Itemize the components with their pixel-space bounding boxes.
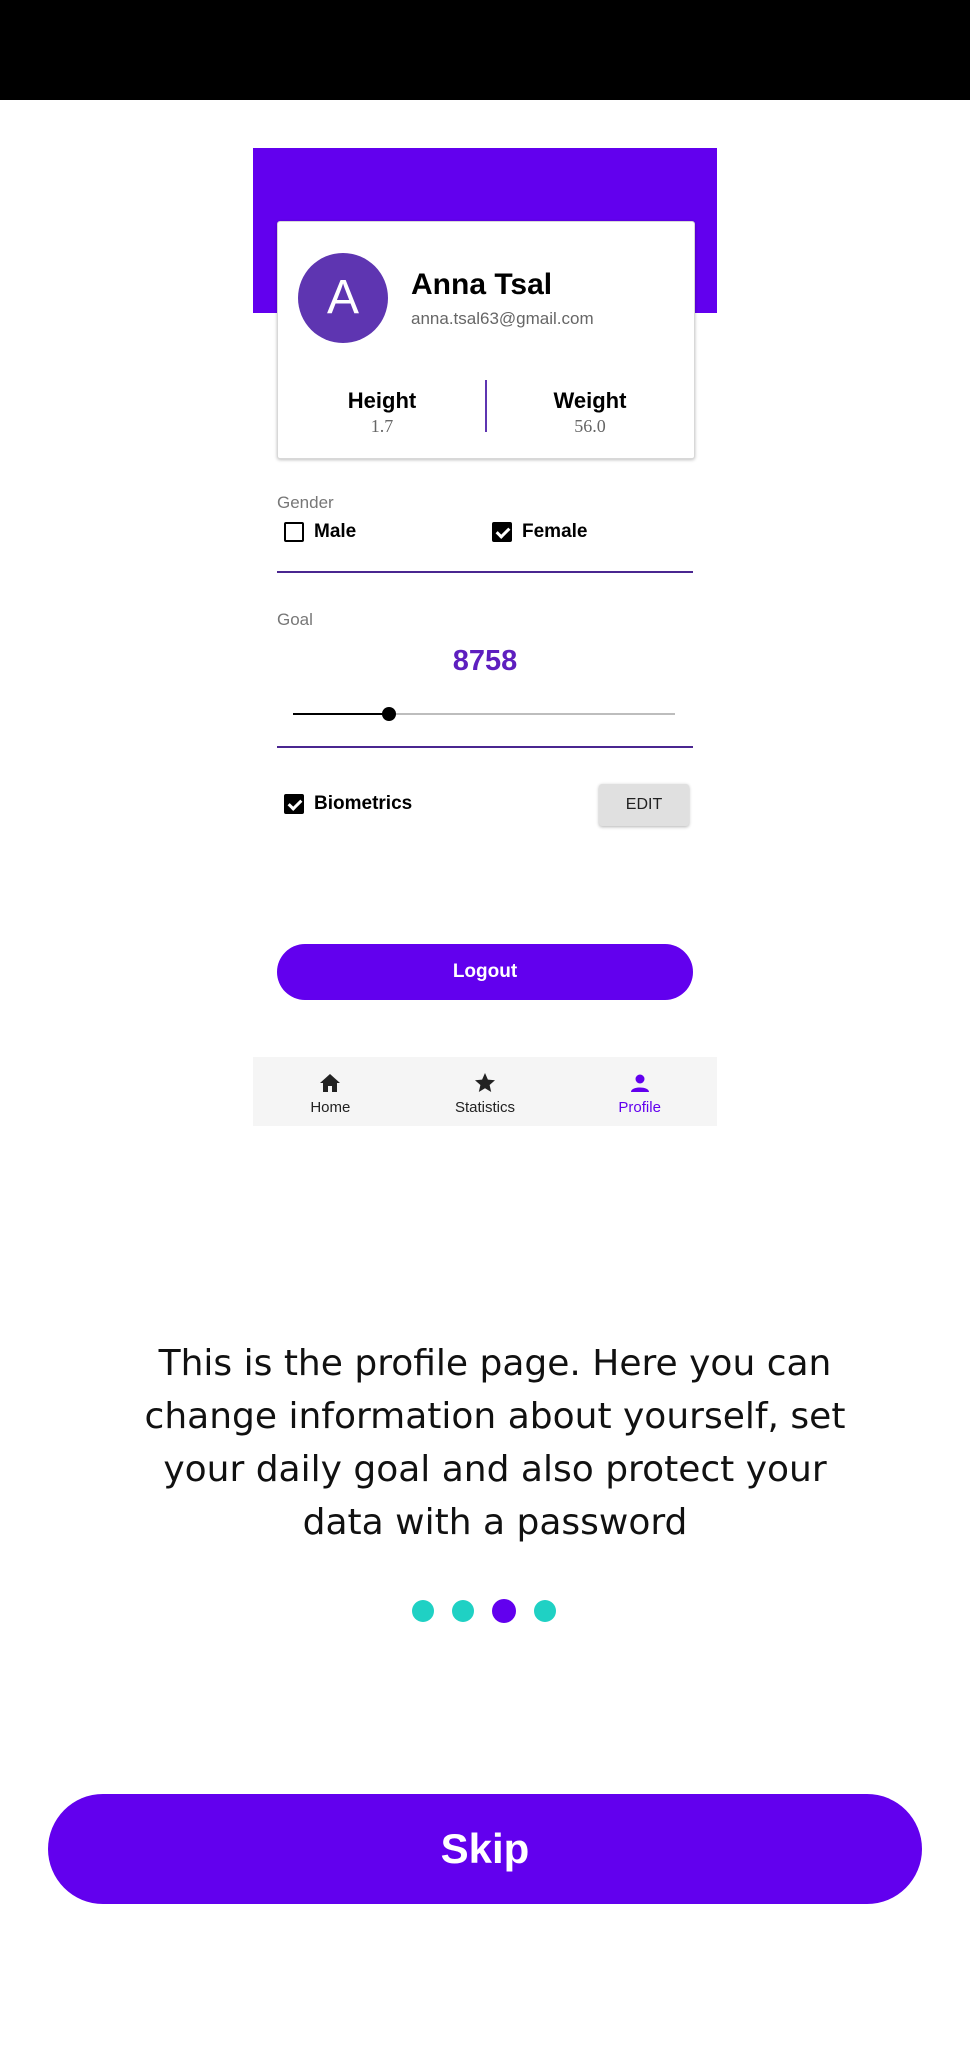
height-label: Height: [347, 388, 417, 413]
page-dot-3: [492, 1599, 516, 1623]
user-email: anna.tsal63@gmail.com: [411, 309, 594, 328]
goal-label: Goal: [277, 610, 313, 629]
weight-value: 56.0: [574, 416, 606, 436]
female-label: Female: [522, 521, 588, 542]
nav-item-statistics[interactable]: Statistics: [408, 1057, 563, 1126]
weight-label: Weight: [553, 388, 627, 413]
height-value: 1.7: [370, 416, 394, 436]
female-checkbox-row[interactable]: Female: [492, 521, 587, 543]
goal-slider-thumb[interactable]: [381, 707, 396, 721]
biometrics-label: Biometrics: [314, 793, 413, 814]
nav-item-home[interactable]: Home: [253, 1057, 408, 1126]
avatar: A: [298, 253, 388, 343]
male-checkbox-row[interactable]: Male: [284, 521, 356, 543]
gender-underline: [277, 571, 693, 573]
goal-underline: [277, 746, 693, 748]
height-stat[interactable]: Height 1.7: [278, 388, 486, 437]
goal-slider[interactable]: [293, 707, 675, 721]
user-name: Anna Tsal: [411, 268, 553, 301]
profile-card: A Anna Tsal anna.tsal63@gmail.com Height…: [277, 221, 695, 459]
onboarding-description: This is the profile page. Here you can c…: [144, 1343, 846, 1543]
bottom-navigation: Home Statistics Profile: [253, 1057, 717, 1126]
male-checkbox[interactable]: [284, 522, 304, 542]
edit-button[interactable]: EDIT: [599, 784, 689, 826]
goal-slider-fill: [293, 713, 389, 715]
female-checkbox[interactable]: [492, 522, 512, 542]
person-icon: [630, 1074, 649, 1092]
nav-home-label: Home: [310, 1099, 351, 1116]
logout-button[interactable]: Logout: [277, 944, 693, 1000]
male-label: Male: [314, 521, 357, 542]
weight-stat[interactable]: Weight 56.0: [486, 388, 694, 437]
page-dot-1: [412, 1600, 434, 1622]
star-icon: [475, 1073, 495, 1092]
nav-statistics-label: Statistics: [455, 1099, 516, 1116]
page-indicator: [412, 1599, 574, 1623]
goal-value: 8758: [452, 645, 518, 677]
nav-item-profile[interactable]: Profile: [562, 1057, 717, 1126]
profile-screen-preview: A Anna Tsal anna.tsal63@gmail.com Height…: [253, 148, 717, 1126]
gender-label: Gender: [277, 493, 334, 512]
nav-profile-label: Profile: [618, 1099, 661, 1116]
page-dot-4: [534, 1600, 556, 1622]
biometrics-checkbox-row[interactable]: Biometrics: [284, 793, 412, 815]
home-icon: [320, 1074, 341, 1092]
skip-button[interactable]: Skip: [48, 1794, 922, 1904]
page-dot-2: [452, 1600, 474, 1622]
status-bar: [0, 0, 970, 100]
biometrics-checkbox[interactable]: [284, 794, 304, 814]
